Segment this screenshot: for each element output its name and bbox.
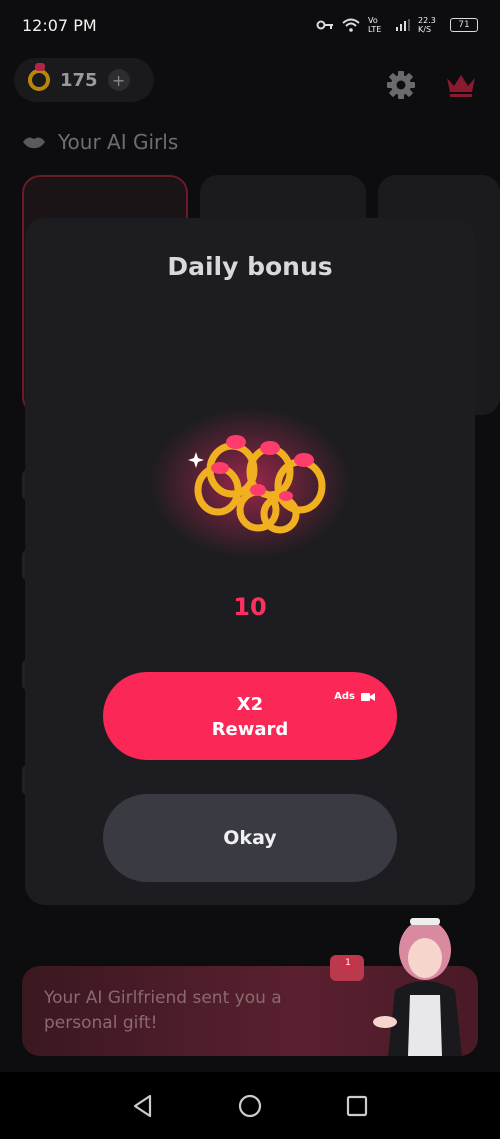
home-icon[interactable] — [237, 1093, 263, 1119]
system-nav-bar — [0, 1072, 500, 1139]
reward-amount: 10 — [233, 593, 267, 621]
coin-balance[interactable]: 175 + — [14, 58, 154, 102]
gear-icon[interactable] — [386, 70, 416, 100]
maid-character-image — [373, 918, 462, 1056]
daily-bonus-modal: Daily bonus 10 Ads X2 Reward Okay — [25, 218, 475, 905]
key-icon — [316, 20, 333, 30]
status-time: 12:07 PM — [22, 15, 97, 35]
video-icon — [361, 692, 375, 701]
ring-icon — [28, 63, 50, 91]
ads-label: Ads — [334, 691, 355, 702]
rings-reward-icon — [150, 408, 350, 558]
signal-icon — [396, 19, 410, 31]
crown-icon[interactable] — [445, 72, 477, 98]
back-icon[interactable] — [130, 1093, 156, 1119]
lips-icon — [23, 137, 45, 149]
battery-level: 71 — [458, 20, 470, 30]
okay-button[interactable]: Okay — [103, 794, 397, 882]
coin-count: 175 — [60, 69, 98, 91]
gift-badge-count: 1 — [345, 958, 351, 968]
gift-badge: 1 — [340, 955, 356, 971]
recents-icon[interactable] — [344, 1093, 370, 1119]
modal-title: Daily bonus — [167, 252, 333, 281]
status-icons: Vo LTE 22.3 K/S 71 — [316, 16, 478, 34]
status-bar: 12:07 PM Vo LTE 22.3 K/S 71 — [0, 0, 500, 50]
gift-banner-text: Your AI Girlfriend sent you a personal g… — [44, 988, 282, 1033]
x2-reward-button[interactable]: Ads X2 Reward — [103, 672, 397, 760]
network-speed: 22.3 K/S — [418, 16, 436, 34]
section-header: Your AI Girls — [22, 130, 178, 154]
section-title: Your AI Girls — [58, 130, 179, 154]
ads-tag: Ads — [334, 684, 375, 709]
battery-icon: 71 — [450, 18, 478, 32]
network-label: Vo LTE — [368, 16, 382, 34]
add-coins-button[interactable]: + — [107, 69, 130, 91]
plus-icon: + — [111, 70, 126, 90]
wifi-icon — [342, 18, 360, 32]
x2-label-line2: Reward — [211, 719, 289, 740]
